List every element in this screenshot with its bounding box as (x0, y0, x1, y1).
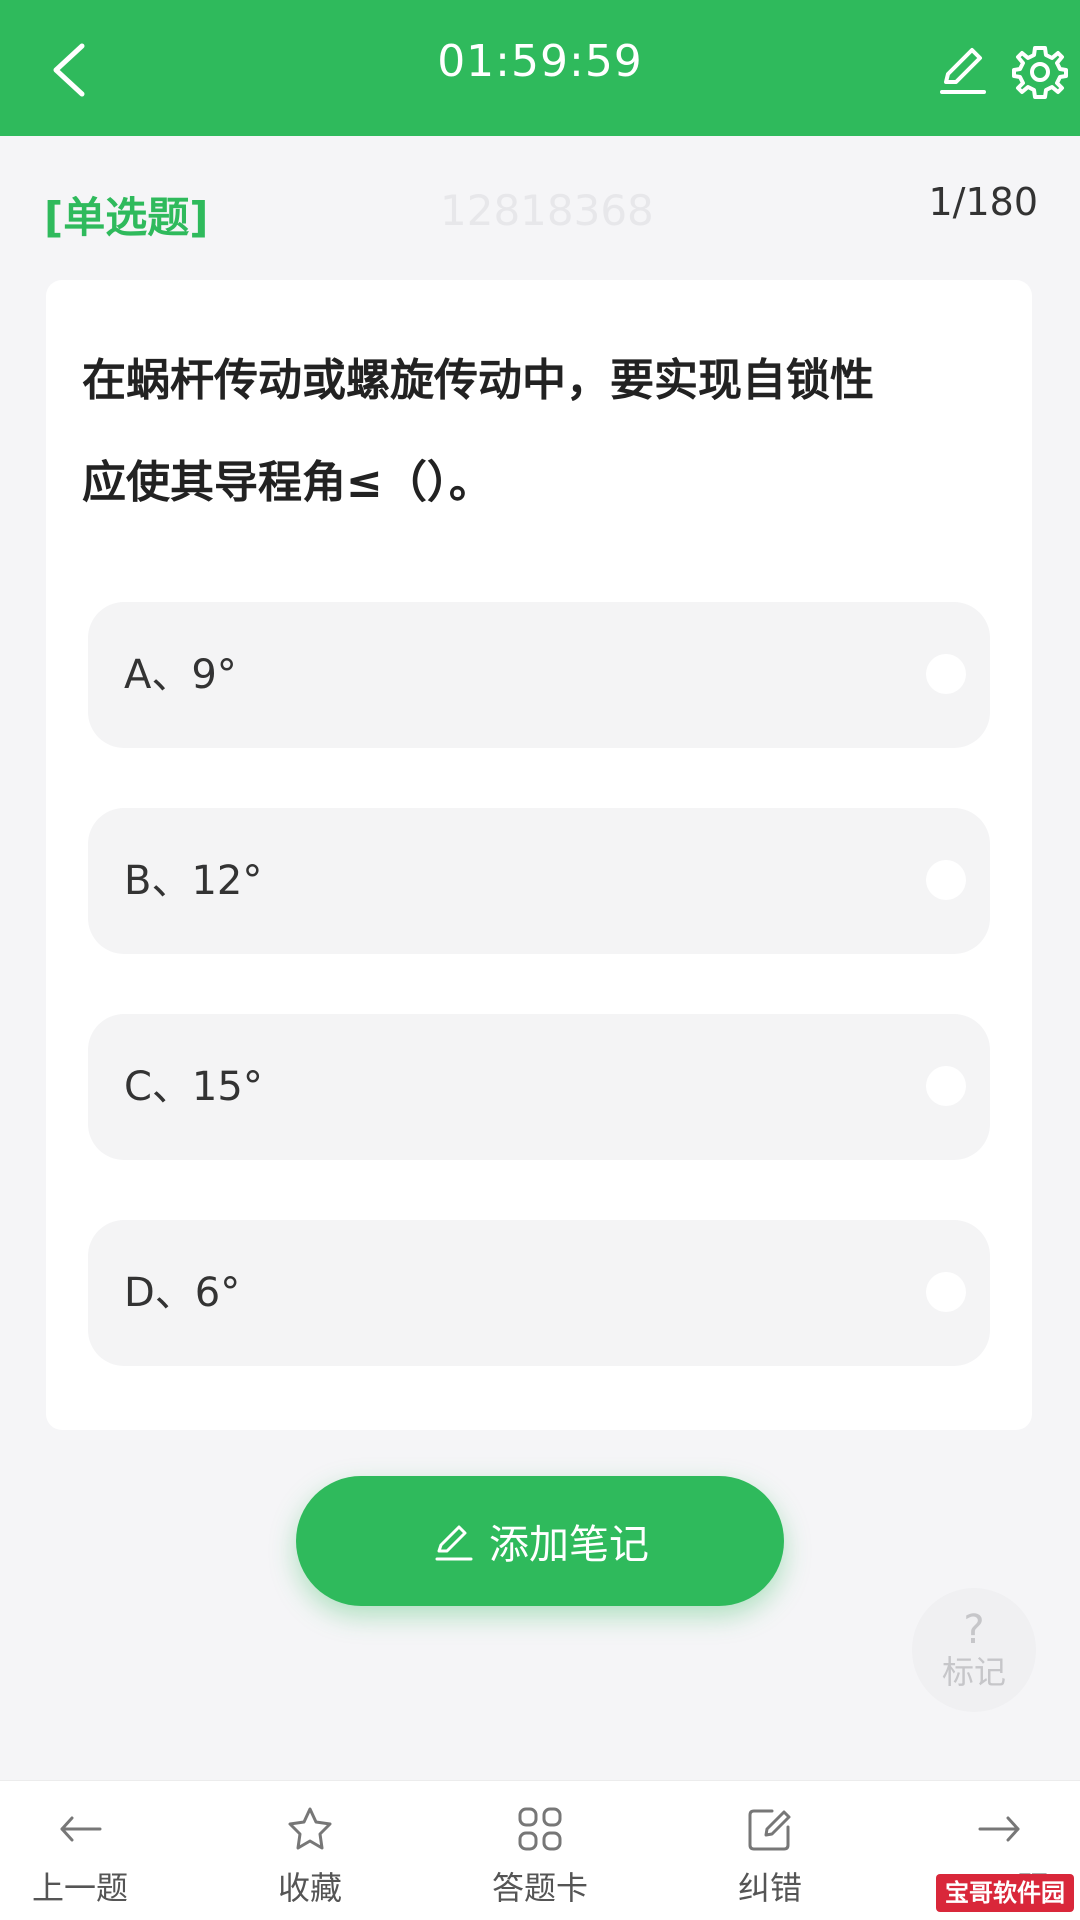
nav-label: 答题卡 (491, 1869, 588, 1907)
option-a[interactable]: A、9° (88, 602, 990, 748)
nav-label: 上一题 (31, 1869, 128, 1907)
add-note-button[interactable]: 添加笔记 (296, 1476, 784, 1606)
edit-icon (748, 1809, 791, 1851)
radio-button[interactable] (926, 654, 966, 694)
prev-question-button[interactable]: 上一题 (0, 1803, 160, 1909)
question-line-2: 应使其导程角≤（）。 (82, 457, 493, 508)
mark-button[interactable]: ? 标记 (912, 1588, 1036, 1712)
watermark: 宝哥软件园 (936, 1874, 1074, 1912)
option-label: A、9° (124, 652, 237, 698)
radio-button[interactable] (926, 1066, 966, 1106)
arrow-left-icon (60, 1816, 102, 1842)
top-bar: 01:59:59 (0, 0, 1080, 136)
answer-card-button[interactable]: 答题卡 (460, 1803, 620, 1909)
nav-label: 纠错 (737, 1869, 802, 1907)
add-note-label: 添加笔记 (489, 1522, 649, 1568)
pencil-icon (435, 1525, 473, 1561)
report-error-button[interactable]: 纠错 (690, 1803, 850, 1909)
question-line-1: 在蜗杆传动或螺旋传动中，要实现自锁性 (82, 355, 874, 406)
countdown-timer: 01:59:59 (437, 36, 643, 87)
question-type-label: [单选题] (44, 193, 209, 242)
option-c[interactable]: C、15° (88, 1014, 990, 1160)
nav-label: 收藏 (277, 1869, 342, 1907)
question-mark-icon: ? (963, 1607, 985, 1653)
star-icon (288, 1807, 332, 1850)
option-d[interactable]: D、6° (88, 1220, 990, 1366)
grid-icon (518, 1807, 562, 1851)
pencil-icon[interactable] (934, 42, 990, 98)
question-id: 12818368 (440, 186, 654, 235)
radio-button[interactable] (926, 860, 966, 900)
gear-icon[interactable] (1010, 42, 1070, 102)
question-card: 在蜗杆传动或螺旋传动中，要实现自锁性 应使其导程角≤（）。 A、9° B、12°… (46, 280, 1032, 1430)
arrow-right-icon (978, 1816, 1020, 1842)
option-label: D、6° (124, 1270, 241, 1316)
option-label: C、15° (124, 1064, 263, 1110)
option-b[interactable]: B、12° (88, 808, 990, 954)
option-label: B、12° (124, 858, 263, 904)
radio-button[interactable] (926, 1272, 966, 1312)
question-text: 在蜗杆传动或螺旋传动中，要实现自锁性 应使其导程角≤（）。 (82, 330, 1002, 534)
mark-label: 标记 (941, 1653, 1006, 1691)
bottom-nav: 上一题 收藏 答题卡 纠错 下一题 (0, 1780, 1080, 1920)
question-progress: 1/180 (928, 180, 1038, 224)
favorite-button[interactable]: 收藏 (230, 1803, 390, 1909)
